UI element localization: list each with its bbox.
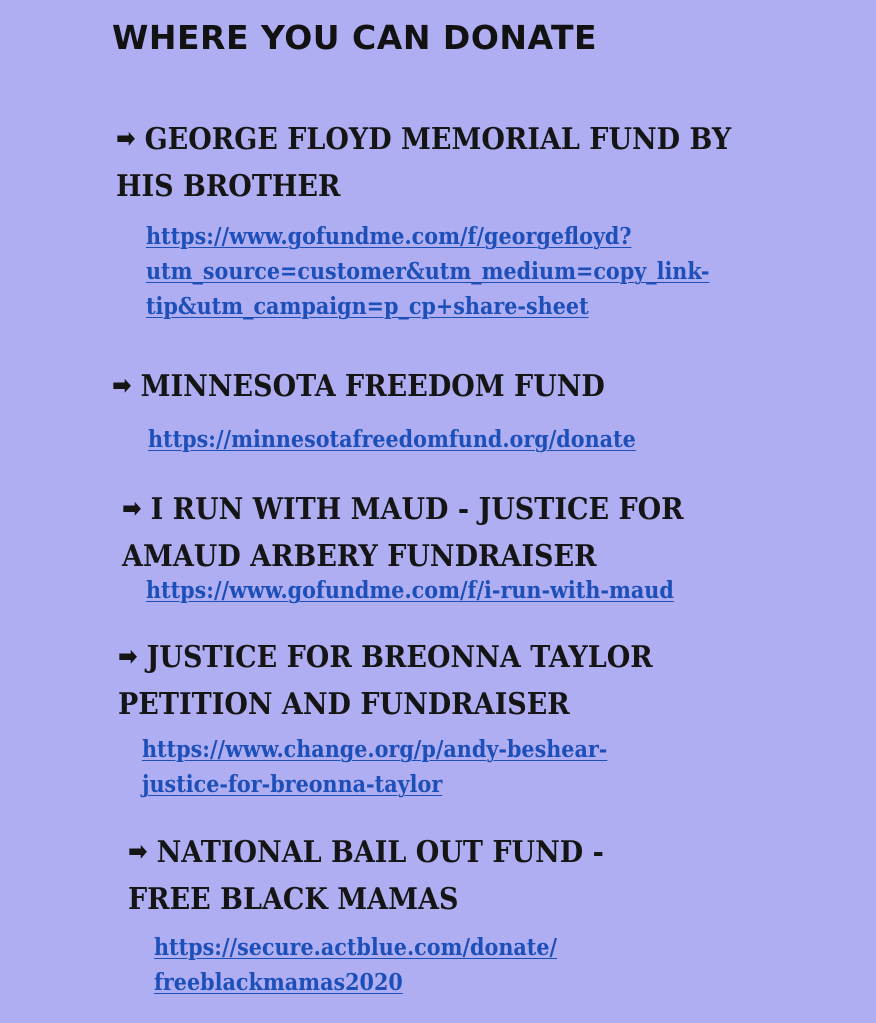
entry-heading-line2: FREE BLACK MAMAS (128, 882, 459, 917)
donation-entry-george-floyd: ➡ GEORGE FLOYD MEMORIAL FUND BY HIS BROTH… (116, 117, 799, 324)
entry-link-line1[interactable]: https://secure.actblue.com/donate/ (154, 930, 606, 965)
arrow-right-icon: ➡ (116, 124, 136, 154)
entry-link-line1[interactable]: https://www.gofundme.com/f/i-run-with-ma… (146, 573, 686, 608)
donation-entry-breonna-taylor: ➡ JUSTICE FOR BREONNA TAYLOR PETITION AND… (118, 635, 712, 802)
entry-heading-line1: I RUN WITH MAUD - JUSTICE FOR (150, 492, 684, 527)
entry-link-line2[interactable]: justice-for-breonna-taylor (142, 767, 655, 802)
donation-entry-i-run-with-maud: ➡ I RUN WITH MAUD - JUSTICE FOR AMAUD ARB… (122, 487, 746, 608)
entry-heading-line2: HIS BROTHER (116, 169, 341, 204)
entry-heading: ➡ GEORGE FLOYD MEMORIAL FUND BY HIS BROTH… (116, 117, 731, 209)
page-title: WHERE YOU CAN DONATE (112, 18, 598, 57)
donation-entry-minnesota-freedom-fund: ➡ MINNESOTA FREEDOM FUND https://minnesot… (112, 364, 690, 457)
entry-heading-line2: AMAUD ARBERY FUNDRAISER (122, 539, 597, 574)
entry-heading-line1: NATIONAL BAIL OUT FUND - (156, 835, 604, 870)
entry-link-line1[interactable]: https://minnesotafreedomfund.org/donate (148, 422, 636, 457)
entry-heading-line1: MINNESOTA FREEDOM FUND (140, 369, 605, 404)
entry-link[interactable]: https://www.gofundme.com/f/georgefloyd? … (146, 219, 799, 324)
donation-entry-national-bail-out-fund: ➡ NATIONAL BAIL OUT FUND - FREE BLACK MAM… (128, 830, 657, 1000)
entry-link[interactable]: https://www.change.org/p/andy-beshear- j… (142, 732, 712, 802)
entry-heading: ➡ I RUN WITH MAUD - JUSTICE FOR AMAUD ARB… (122, 487, 684, 579)
entry-heading-line2: PETITION AND FUNDRAISER (118, 687, 570, 722)
arrow-right-icon: ➡ (128, 837, 148, 867)
arrow-right-icon: ➡ (122, 494, 142, 524)
entry-link[interactable]: https://secure.actblue.com/donate/ freeb… (154, 930, 657, 1000)
entry-link[interactable]: https://www.gofundme.com/f/i-run-with-ma… (146, 573, 746, 608)
entry-link[interactable]: https://minnesotafreedomfund.org/donate (148, 422, 690, 457)
entry-heading-line1: GEORGE FLOYD MEMORIAL FUND BY (144, 122, 732, 157)
entry-link-line2[interactable]: freeblackmamas2020 (154, 965, 606, 1000)
entry-heading: ➡ JUSTICE FOR BREONNA TAYLOR PETITION AND… (118, 635, 653, 727)
entry-link-line1[interactable]: https://www.gofundme.com/f/georgefloyd? (146, 219, 734, 254)
entry-link-line2[interactable]: utm_source=customer&utm_medium=copy_link… (146, 254, 734, 289)
arrow-right-icon: ➡ (112, 371, 132, 401)
entry-heading: ➡ NATIONAL BAIL OUT FUND - FREE BLACK MAM… (128, 830, 604, 922)
entry-heading: ➡ MINNESOTA FREEDOM FUND (112, 364, 632, 411)
entry-link-line1[interactable]: https://www.change.org/p/andy-beshear- (142, 732, 655, 767)
entry-heading-line1: JUSTICE FOR BREONNA TAYLOR (146, 640, 653, 675)
arrow-right-icon: ➡ (118, 642, 138, 672)
entry-link-line3[interactable]: tip&utm_campaign=p_cp+share-sheet (146, 289, 734, 324)
